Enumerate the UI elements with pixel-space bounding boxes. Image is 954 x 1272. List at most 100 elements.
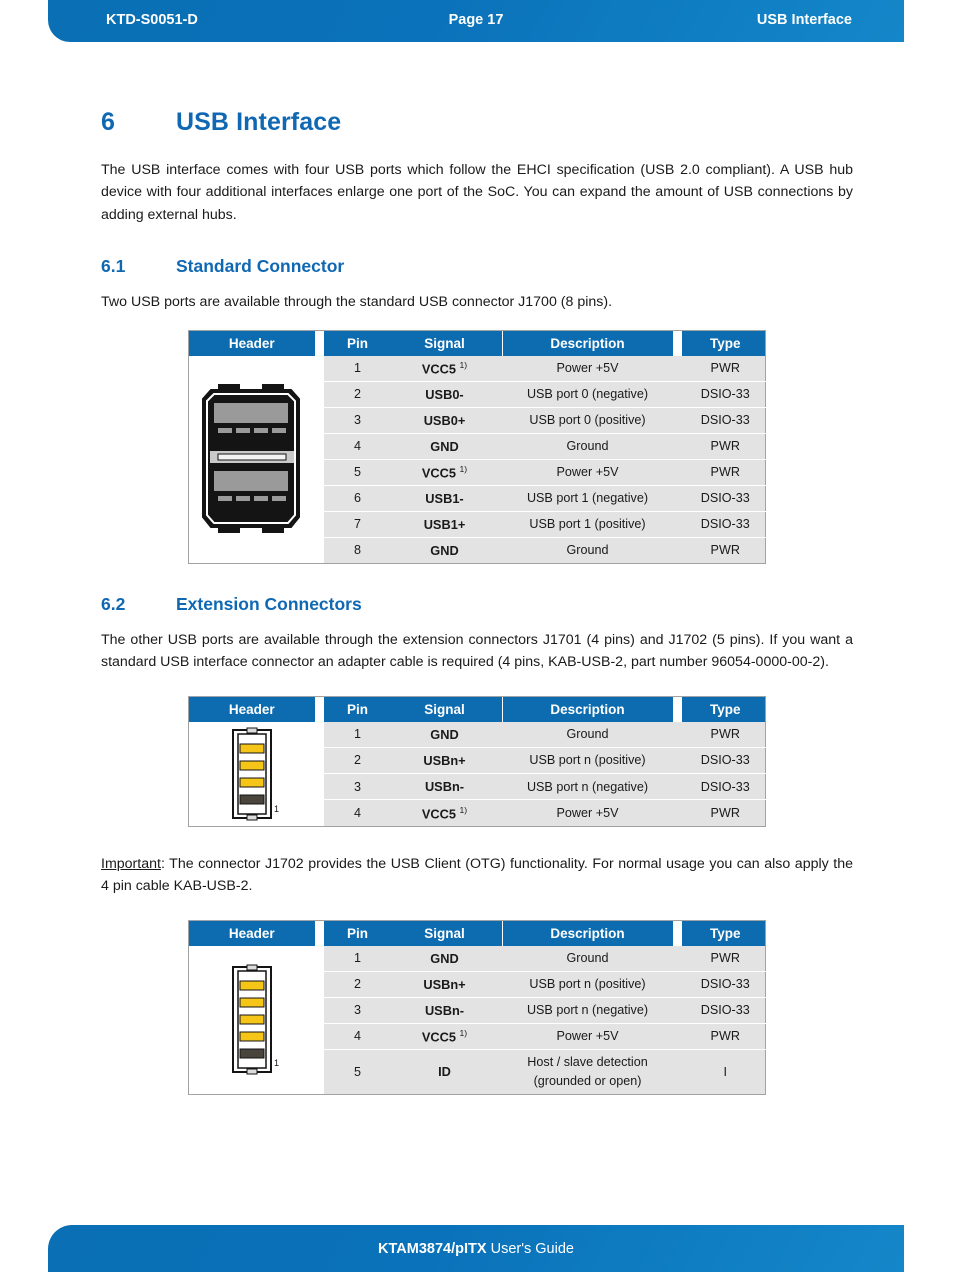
- chapter-intro-paragraph: The USB interface comes with four USB po…: [101, 162, 853, 223]
- cell-signal: USB0+: [387, 407, 502, 434]
- cell-spacer: [672, 407, 682, 434]
- cell-description: Host / slave detection (grounded or open): [502, 1049, 673, 1094]
- section-61-intro: Two USB ports are available through the …: [101, 294, 613, 311]
- col-spacer: [672, 330, 682, 356]
- col-header-type: Type: [685, 330, 766, 356]
- cell-description: USB port n (positive): [502, 747, 673, 775]
- cell-pin: 1: [327, 945, 388, 972]
- table-j1700-header-row: Header Pin Signal Description Type: [188, 330, 766, 356]
- col-spacer: [314, 330, 324, 356]
- pin-header-5pin-icon: 1: [231, 964, 279, 1075]
- cell-spacer: [672, 773, 682, 801]
- page-footer-band: KTAM3874/pITX User's Guide: [48, 1225, 904, 1272]
- table-j1701-wrapper: Header Pin Signal Description Type 1 1 GN…: [101, 695, 853, 827]
- col-spacer: [672, 696, 682, 722]
- section-heading-62: 6.2 Extension Connectors: [101, 594, 853, 615]
- table-row: 1 VCC5 1) Power +5V PWR: [188, 355, 766, 564]
- cell-signal: USBn+: [387, 971, 502, 998]
- cell-spacer: [672, 721, 682, 748]
- cell-spacer: [672, 945, 682, 972]
- footer-product-name: KTAM3874/pITX: [378, 1241, 487, 1257]
- header-section-title: USB Interface: [756, 12, 852, 28]
- col-header-signal: Signal: [387, 920, 502, 946]
- cell-type: PWR: [685, 945, 766, 972]
- cell-description: Ground: [502, 945, 673, 972]
- cell-type: PWR: [685, 537, 766, 564]
- section-number-61: 6.1: [101, 256, 126, 277]
- important-note: Important: The connector J1702 provides …: [101, 853, 853, 898]
- cell-spacer: [672, 537, 682, 564]
- cell-signal: VCC5 1): [387, 799, 502, 827]
- cell-pin: 6: [327, 485, 388, 512]
- cell-type: DSIO-33: [685, 511, 766, 538]
- cell-description: USB port n (negative): [502, 997, 673, 1024]
- table-j1700-wrapper: Header Pin Signal Description Type 1 VCC…: [101, 329, 853, 564]
- col-header-type: Type: [685, 696, 766, 722]
- cell-type: PWR: [685, 355, 766, 382]
- footer-guide-suffix: User's Guide: [486, 1241, 574, 1257]
- cell-description: USB port n (negative): [502, 773, 673, 801]
- cell-description: Power +5V: [502, 355, 673, 382]
- cell-type: PWR: [685, 799, 766, 827]
- cell-spacer: [672, 997, 682, 1024]
- table-j1701-header-row: Header Pin Signal Description Type: [188, 696, 766, 722]
- cell-pin: 3: [327, 997, 388, 1024]
- cell-signal: GND: [387, 945, 502, 972]
- cell-description: USB port 0 (positive): [502, 407, 673, 434]
- cell-spacer: [314, 721, 324, 827]
- cell-type: DSIO-33: [685, 485, 766, 512]
- table-j1700: Header Pin Signal Description Type 1 VCC…: [188, 329, 766, 564]
- table-row: 1 1 GND Ground PWR: [188, 945, 766, 1094]
- cell-pin: 7: [327, 511, 388, 538]
- col-header-header: Header: [188, 696, 315, 722]
- cell-pin: 5: [327, 459, 388, 486]
- cell-description: Power +5V: [502, 459, 673, 486]
- col-spacer: [672, 920, 682, 946]
- cell-description: Power +5V: [502, 799, 673, 827]
- table-j1702-wrapper: Header Pin Signal Description Type 1 1 GN…: [101, 919, 853, 1095]
- col-spacer: [314, 920, 324, 946]
- cell-pin: 4: [327, 1023, 388, 1050]
- cell-signal: USB1-: [387, 485, 502, 512]
- cell-description: USB port 0 (negative): [502, 381, 673, 408]
- section-title-62: Extension Connectors: [176, 593, 362, 614]
- header-connector-cell: 1: [188, 945, 315, 1094]
- svg-text:1: 1: [274, 1058, 279, 1068]
- table-j1701: Header Pin Signal Description Type 1 1 GN…: [188, 695, 766, 827]
- col-header-signal: Signal: [387, 696, 502, 722]
- cell-spacer: [672, 381, 682, 408]
- cell-type: PWR: [685, 459, 766, 486]
- cell-type: PWR: [685, 1023, 766, 1050]
- cell-description: Power +5V: [502, 1023, 673, 1050]
- cell-spacer: [672, 459, 682, 486]
- col-header-description: Description: [502, 696, 673, 722]
- cell-signal: USBn-: [387, 997, 502, 1024]
- col-header-signal: Signal: [387, 330, 502, 356]
- cell-pin: 8: [327, 537, 388, 564]
- page-content: 6 USB Interface The USB interface comes w…: [101, 108, 853, 1095]
- cell-pin: 3: [327, 773, 388, 801]
- chapter-heading: 6 USB Interface: [101, 108, 853, 137]
- cell-description: Ground: [502, 537, 673, 564]
- important-text: : The connector J1702 provides the USB C…: [101, 855, 853, 895]
- cell-description: USB port 1 (positive): [502, 511, 673, 538]
- page-header-band: KTD-S0051-D Page 17 USB Interface: [48, 0, 904, 42]
- cell-spacer: [672, 1049, 682, 1094]
- cell-signal: GND: [387, 433, 502, 460]
- cell-type: I: [685, 1049, 766, 1094]
- table-row: 1 1 GND Ground PWR: [188, 721, 766, 827]
- cell-spacer: [672, 355, 682, 382]
- cell-signal: GND: [387, 537, 502, 564]
- col-header-pin: Pin: [327, 696, 388, 722]
- cell-signal: USB0-: [387, 381, 502, 408]
- cell-pin: 1: [327, 355, 388, 382]
- cell-signal: USBn+: [387, 747, 502, 775]
- cell-signal: GND: [387, 721, 502, 748]
- cell-pin: 2: [327, 971, 388, 998]
- cell-signal: ID: [387, 1049, 502, 1094]
- cell-spacer: [672, 511, 682, 538]
- table-j1702-header-row: Header Pin Signal Description Type: [188, 920, 766, 946]
- cell-signal: USB1+: [387, 511, 502, 538]
- chapter-title: USB Interface: [176, 108, 342, 136]
- col-header-type: Type: [685, 920, 766, 946]
